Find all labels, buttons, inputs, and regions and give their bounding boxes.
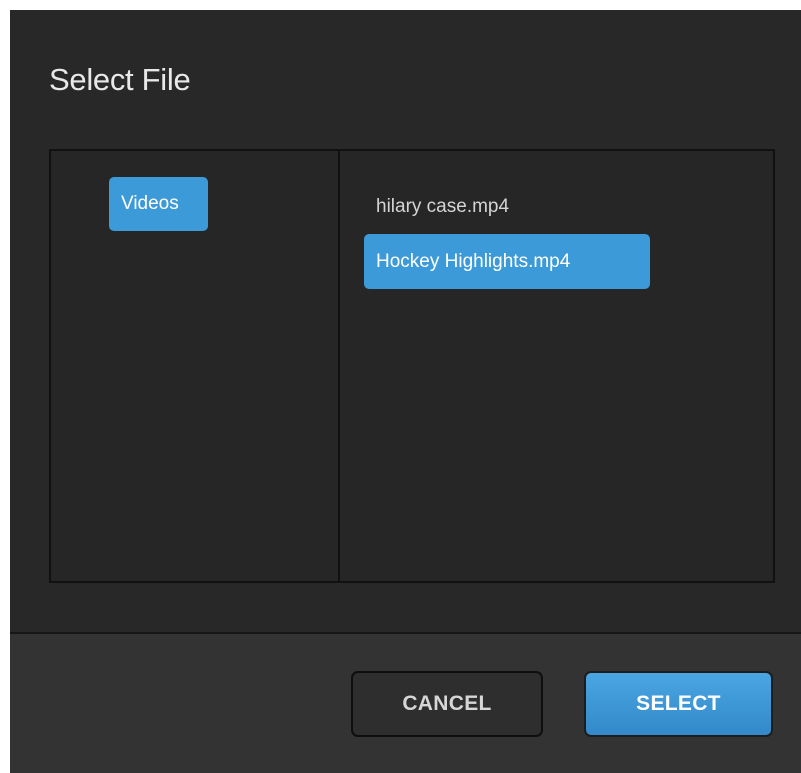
select-button[interactable]: SELECT [584,671,773,737]
file-pane: hilary case.mp4 Hockey Highlights.mp4 [340,151,773,581]
file-item-hockey-highlights[interactable]: Hockey Highlights.mp4 [364,234,650,289]
folder-item-videos[interactable]: Videos [109,177,208,231]
file-browser: Videos hilary case.mp4 Hockey Highlights… [49,149,775,583]
dialog-footer: CANCEL SELECT [10,634,801,773]
select-file-dialog: Select File Videos hilary case.mp4 Hocke… [10,10,801,773]
folder-pane: Videos [51,151,340,581]
dialog-title: Select File [49,62,191,97]
cancel-button[interactable]: CANCEL [351,671,543,737]
file-item-hilary-case[interactable]: hilary case.mp4 [376,196,509,218]
